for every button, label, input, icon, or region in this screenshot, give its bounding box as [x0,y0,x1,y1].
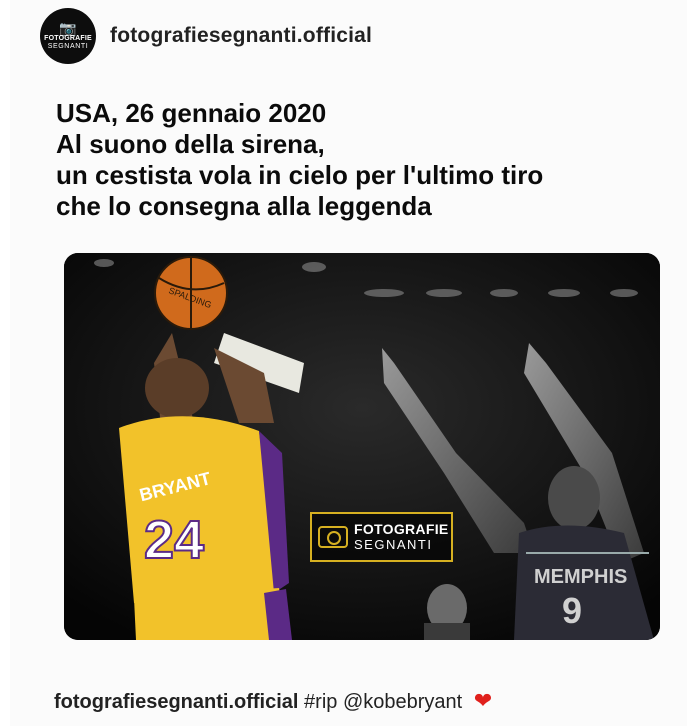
heart-icon: ❤ [473,688,493,713]
post-card: 📷 FOTOGRAFIE SEGNANTI fotografiesegnanti… [10,0,687,726]
shooter-jersey-number: 24 [144,510,204,570]
camera-icon: 📷 [59,20,77,36]
watermark-line2: SEGNANTI [354,537,433,552]
defender-jersey-number: 9 [562,590,582,631]
headline-line-1: USA, 26 gennaio 2020 [56,98,327,128]
basketball-photo-illustration: MEMPHIS 9 BRYANT 24 SPALDING [64,253,660,640]
watermark-logo: FOTOGRAFIE SEGNANTI [310,512,453,562]
defender-jersey-name: MEMPHIS [534,566,627,588]
avatar-text-line1: FOTOGRAFIE [44,35,92,42]
post-header: 📷 FOTOGRAFIE SEGNANTI fotografiesegnanti… [40,8,372,64]
caption-text[interactable]: #rip @kobebryant [304,691,462,713]
post-headline: USA, 26 gennaio 2020 Al suono della sire… [56,98,676,222]
headline-line-4: che lo consegna alla leggenda [56,191,432,221]
avatar-text-line2: SEGNANTI [47,43,89,50]
post-image[interactable]: MEMPHIS 9 BRYANT 24 SPALDING FOTOGRAFIE … [64,253,660,640]
headline-line-3: un cestista vola in cielo per l'ultimo t… [56,160,544,190]
post-username[interactable]: fotografiesegnanti.official [110,24,372,48]
post-caption: fotografiesegnanti.official #rip @kobebr… [54,688,492,714]
caption-username[interactable]: fotografiesegnanti.official [54,691,298,713]
avatar[interactable]: 📷 FOTOGRAFIE SEGNANTI [40,8,96,64]
camera-icon [318,526,348,548]
headline-line-2: Al suono della sirena, [56,129,325,159]
watermark-line1: FOTOGRAFIE [354,521,449,537]
